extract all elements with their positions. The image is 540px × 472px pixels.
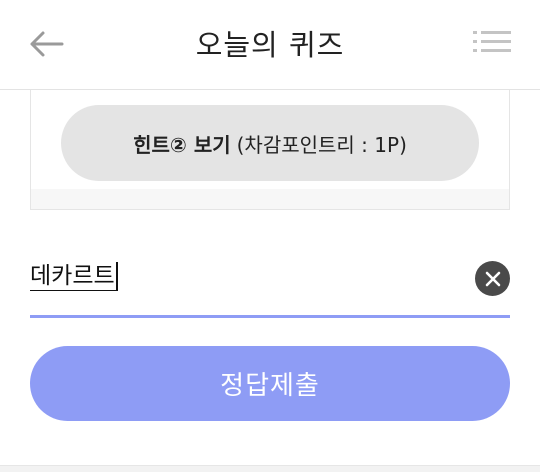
hint-label: 힌트② 보기 [133,132,231,157]
page-title: 오늘의 퀴즈 [195,28,345,62]
header: 오늘의 퀴즈 [0,0,540,90]
text-caret [115,262,118,290]
answer-value: 데카르트 [30,263,115,289]
answer-input[interactable]: 데카르트 [30,262,118,291]
hint-button[interactable]: 힌트② 보기 (차감포인트리 : 1P) [61,105,479,181]
quiz-page: 오늘의 퀴즈 힌트② 보기 (차감포인트리 : 1P) 데카르트 정답제출 [0,0,540,472]
clear-input-button[interactable] [475,261,510,296]
hint-panel-footer [31,189,509,209]
answer-field[interactable]: 데카르트 [30,250,510,318]
clear-x-icon [485,271,500,286]
bottom-divider [0,465,540,472]
menu-button[interactable] [470,26,514,62]
list-menu-icon [473,31,511,52]
hint-panel: 힌트② 보기 (차감포인트리 : 1P) [30,90,510,210]
submit-answer-button[interactable]: 정답제출 [30,346,510,421]
hint-cost: (차감포인트리 : 1P) [236,132,407,157]
